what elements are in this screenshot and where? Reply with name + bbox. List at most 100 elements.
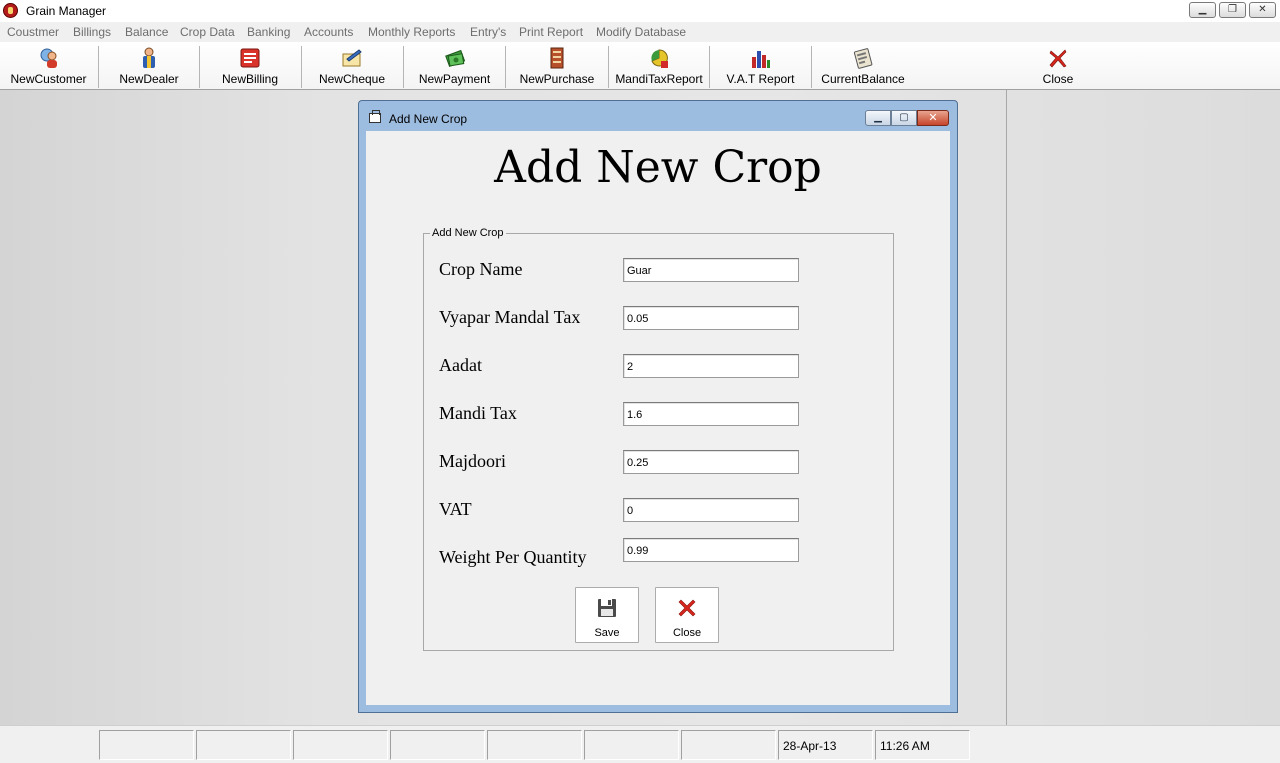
payment-icon bbox=[444, 49, 465, 68]
menu-crop-data[interactable]: Crop Data bbox=[180, 25, 235, 39]
majdoori-input[interactable] bbox=[623, 450, 799, 474]
new-dealer-button[interactable]: NewDealer bbox=[100, 42, 198, 89]
restore-button[interactable]: ❐ bbox=[1219, 2, 1246, 18]
aadat-input[interactable] bbox=[623, 354, 799, 378]
status-panel bbox=[584, 730, 679, 760]
toolbar-separator bbox=[709, 46, 710, 88]
toolbar-label: MandiTaxReport bbox=[615, 72, 703, 86]
dialog-minimize-button[interactable]: ▁ bbox=[865, 110, 891, 126]
close-label: Close bbox=[672, 627, 702, 639]
minimize-icon: ▁ bbox=[874, 112, 882, 123]
vyapar-mandal-tax-label: Vyapar Mandal Tax bbox=[439, 307, 581, 327]
toolbar-label: V.A.T Report bbox=[726, 72, 795, 86]
status-panel bbox=[196, 730, 291, 760]
status-bar: 28-Apr-13 11:26 AM bbox=[0, 725, 1280, 763]
close-icon: ✕ bbox=[1258, 4, 1267, 15]
groupbox-label: Add New Crop bbox=[430, 227, 506, 239]
mandi-tax-label: Mandi Tax bbox=[439, 403, 517, 423]
toolbar-separator bbox=[98, 46, 99, 88]
add-new-crop-dialog: Add New Crop ▁ ▢ ✕ Add New Crop Add New … bbox=[358, 100, 958, 713]
mandi-tax-report-button[interactable]: MandiTaxReport bbox=[610, 42, 708, 89]
vat-label: VAT bbox=[439, 499, 472, 519]
save-label: Save bbox=[594, 627, 620, 639]
cheque-icon bbox=[342, 49, 362, 67]
toolbar-label: NewPayment bbox=[418, 72, 491, 86]
majdoori-label: Majdoori bbox=[439, 451, 506, 471]
toolbar-label: NewBilling bbox=[221, 72, 279, 86]
menu-bar: Coustmer Billings Balance Crop Data Bank… bbox=[0, 22, 1280, 42]
new-purchase-button[interactable]: NewPurchase bbox=[507, 42, 607, 89]
page-title: Add New Crop bbox=[494, 142, 822, 193]
purchase-icon bbox=[550, 47, 564, 69]
toolbar-separator bbox=[608, 46, 609, 88]
menu-accounts[interactable]: Accounts bbox=[304, 25, 353, 39]
toolbar-separator bbox=[301, 46, 302, 88]
customer-icon bbox=[40, 48, 57, 68]
minimize-icon: ▁ bbox=[1198, 4, 1207, 15]
crop-groupbox: Add New Crop Crop Name Vyapar Mandal Tax… bbox=[423, 227, 894, 651]
status-panel bbox=[681, 730, 776, 760]
crop-name-label: Crop Name bbox=[439, 259, 523, 279]
status-time: 11:26 AM bbox=[880, 739, 930, 753]
toolbar-label: NewCustomer bbox=[10, 72, 87, 86]
menu-banking[interactable]: Banking bbox=[247, 25, 290, 39]
new-customer-button[interactable]: NewCustomer bbox=[0, 42, 97, 89]
close-icon: ✕ bbox=[928, 112, 938, 124]
workspace-divider bbox=[1006, 90, 1007, 725]
toolbar-label: NewPurchase bbox=[519, 72, 595, 86]
vat-input[interactable] bbox=[623, 498, 799, 522]
minimize-button[interactable]: ▁ bbox=[1189, 2, 1216, 18]
dialog-close-x-button[interactable]: ✕ bbox=[917, 110, 949, 126]
new-payment-button[interactable]: NewPayment bbox=[405, 42, 504, 89]
toolbar-separator bbox=[505, 46, 506, 88]
status-panel bbox=[99, 730, 194, 760]
toolbar-separator bbox=[811, 46, 812, 88]
weight-per-quantity-label: Weight Per Quantity bbox=[439, 547, 587, 567]
dialog-title: Add New Crop bbox=[389, 112, 468, 126]
status-panel bbox=[487, 730, 582, 760]
balance-icon bbox=[853, 48, 873, 69]
maximize-icon: ▢ bbox=[899, 112, 909, 123]
menu-coustmer[interactable]: Coustmer bbox=[7, 25, 59, 39]
toolbar-separator bbox=[403, 46, 404, 88]
current-balance-button[interactable]: CurrentBalance bbox=[813, 42, 913, 89]
mandi-tax-input[interactable] bbox=[623, 402, 799, 426]
toolbar-label: CurrentBalance bbox=[821, 72, 905, 86]
app-logo-icon bbox=[3, 3, 18, 18]
window-close-button[interactable]: ✕ bbox=[1249, 2, 1276, 18]
window-icon bbox=[369, 110, 381, 123]
billing-icon bbox=[240, 48, 260, 68]
new-billing-button[interactable]: NewBilling bbox=[201, 42, 299, 89]
weight-per-quantity-input[interactable] bbox=[623, 538, 799, 562]
vat-report-icon bbox=[751, 51, 770, 68]
close-icon bbox=[678, 599, 696, 617]
menu-billings[interactable]: Billings bbox=[73, 25, 111, 39]
status-panel bbox=[293, 730, 388, 760]
menu-print-report[interactable]: Print Report bbox=[519, 25, 583, 39]
menu-modify-database[interactable]: Modify Database bbox=[596, 25, 686, 39]
dialog-client-area: Add New Crop Add New Crop Crop Name Vyap… bbox=[366, 131, 950, 705]
aadat-label: Aadat bbox=[439, 355, 482, 375]
restore-icon: ❐ bbox=[1228, 4, 1237, 15]
new-cheque-button[interactable]: NewCheque bbox=[303, 42, 401, 89]
dialog-maximize-button[interactable]: ▢ bbox=[891, 110, 917, 126]
floppy-disk-icon bbox=[598, 599, 616, 617]
menu-monthly-reports[interactable]: Monthly Reports bbox=[368, 25, 455, 39]
dealer-icon bbox=[143, 47, 155, 68]
toolbar-label: NewDealer bbox=[119, 72, 179, 86]
toolbar-label: NewCheque bbox=[318, 72, 386, 86]
menu-balance[interactable]: Balance bbox=[125, 25, 168, 39]
status-date-panel: 28-Apr-13 bbox=[778, 730, 873, 760]
dialog-title-bar[interactable]: Add New Crop ▁ ▢ ✕ bbox=[359, 101, 957, 131]
status-date: 28-Apr-13 bbox=[783, 739, 837, 753]
menu-entrys[interactable]: Entry's bbox=[470, 25, 506, 39]
close-button[interactable]: Close bbox=[655, 587, 719, 643]
report-icon bbox=[651, 49, 668, 68]
vyapar-mandal-tax-input[interactable] bbox=[623, 306, 799, 330]
crop-name-input[interactable] bbox=[623, 258, 799, 282]
vat-report-button[interactable]: V.A.T Report bbox=[711, 42, 810, 89]
toolbar-label: Close bbox=[1042, 72, 1074, 86]
toolbar-close-button[interactable]: Close bbox=[1008, 42, 1108, 89]
status-panel bbox=[390, 730, 485, 760]
save-button[interactable]: Save bbox=[575, 587, 639, 643]
